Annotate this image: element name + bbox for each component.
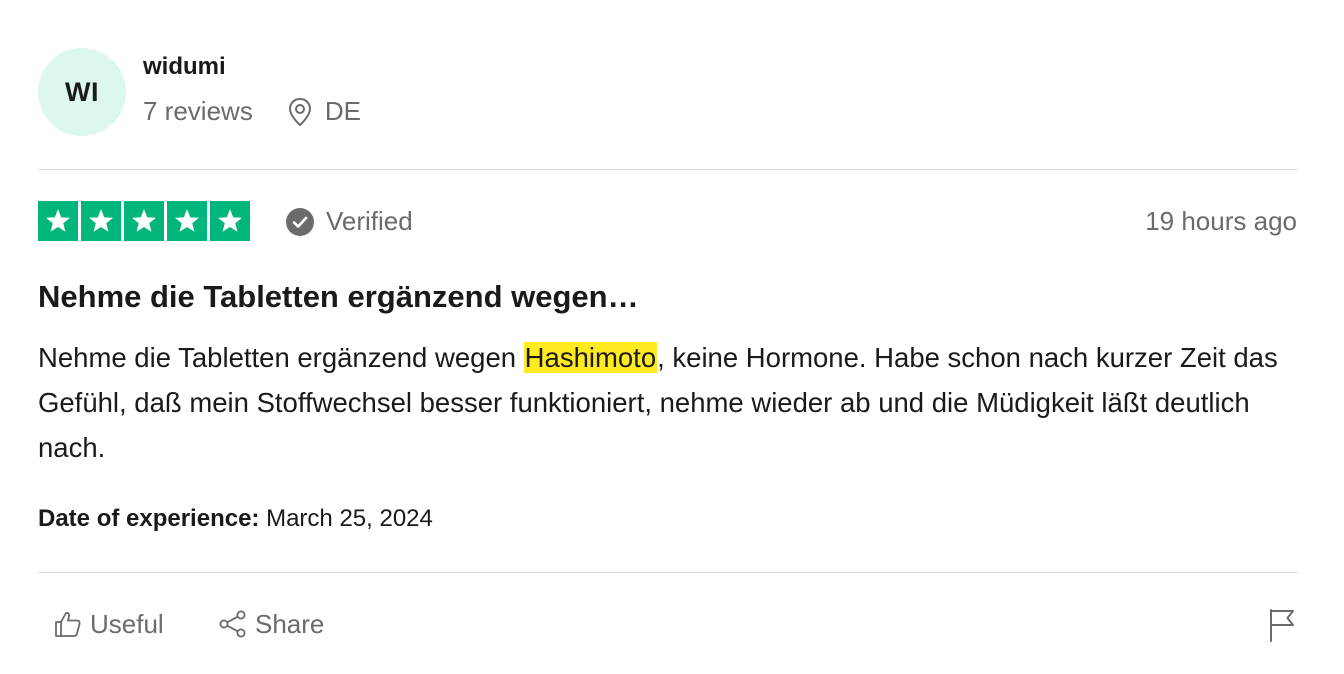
reviewer-name[interactable]: widumi	[143, 53, 226, 81]
star-icon	[210, 201, 250, 241]
date-label: Date of experience:	[38, 505, 260, 532]
review-body: Nehme die Tabletten ergänzend wegen Hash…	[38, 335, 1308, 470]
useful-button[interactable]: Useful	[52, 608, 164, 640]
share-button[interactable]: Share	[217, 608, 324, 640]
star-icon	[81, 201, 121, 241]
reviewer-meta: 7 reviews DE	[143, 96, 361, 127]
review-text-start: Nehme die Tabletten ergänzend wegen	[38, 342, 524, 373]
highlighted-keyword: Hashimoto	[523, 342, 658, 373]
verified-check-icon	[285, 207, 315, 237]
location-pin-icon	[287, 97, 313, 127]
review-card: WI widumi 7 reviews DE Verified 19 hours…	[0, 0, 1344, 674]
star-icon	[167, 201, 207, 241]
star-rating	[38, 201, 250, 241]
thumbs-up-icon	[52, 608, 84, 640]
divider	[38, 572, 1298, 573]
useful-label: Useful	[90, 608, 164, 639]
share-icon	[217, 608, 249, 640]
date-of-experience: Date of experience: March 25, 2024	[38, 505, 433, 533]
flag-icon[interactable]	[1266, 607, 1298, 643]
verified-badge[interactable]: Verified	[285, 206, 413, 237]
review-title[interactable]: Nehme die Tabletten ergänzend wegen…	[38, 279, 639, 315]
date-value: March 25, 2024	[266, 505, 433, 532]
star-icon	[124, 201, 164, 241]
review-time: 19 hours ago	[1145, 206, 1297, 236]
star-icon	[38, 201, 78, 241]
reviewer-country: DE	[324, 96, 361, 126]
reviews-count: 7 reviews	[143, 96, 253, 126]
verified-label: Verified	[326, 206, 413, 236]
share-label: Share	[255, 608, 325, 639]
avatar[interactable]: WI	[38, 48, 126, 136]
divider	[38, 169, 1298, 170]
